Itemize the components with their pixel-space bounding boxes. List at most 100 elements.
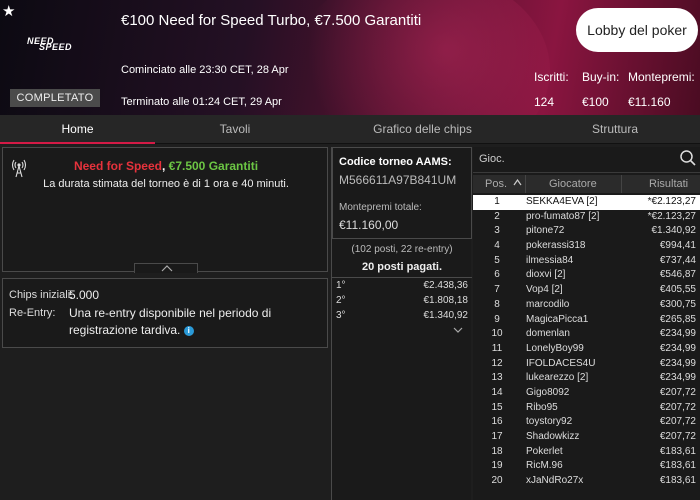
player-name: xJaNdRo27x (526, 475, 584, 487)
player-name: pokerassi318 (526, 240, 586, 252)
player-position: 10 (491, 328, 503, 340)
chips-value: 5.000 (69, 288, 100, 302)
table-row[interactable]: 10 domenlan €234,99 (473, 327, 700, 342)
player-name: RicM.96 (526, 460, 563, 472)
player-position: 16 (491, 416, 503, 428)
table-row[interactable]: 4 pokerassi318 €994,41 (473, 239, 700, 254)
info-icon[interactable]: i (183, 326, 194, 336)
player-result: €737,44 (659, 254, 696, 266)
player-result: €234,99 (659, 372, 696, 384)
montepremi-value: €11.160 (628, 95, 671, 109)
sort-ascending-icon[interactable] (513, 179, 522, 186)
col-pos-header[interactable]: Pos. (485, 178, 507, 190)
table-row[interactable]: 2 pro-fumato87 [2] *€2.123,27 (473, 210, 700, 225)
player-name: marcodilo (526, 298, 570, 310)
player-result: *€2.123,27 (647, 210, 696, 222)
player-position: 17 (491, 431, 503, 442)
player-name: Shadowkizz (526, 431, 580, 442)
players-table-body: 1 SEKKA4EVA [2] *€2.123,27 2 pro-fumato87 [2… (473, 195, 700, 489)
player-result: €234,99 (659, 357, 696, 369)
tab-tavoli[interactable]: Tavoli (155, 115, 315, 144)
code-value: M566611A97B841UM (339, 173, 457, 187)
player-position: 11 (491, 342, 503, 354)
tab-bar: Home Tavoli Grafico delle chips Struttur… (0, 115, 700, 144)
table-row[interactable]: 12 IFOLDACES4U €234,99 (473, 357, 700, 372)
table-row[interactable]: 16 toystory92 €207,72 (473, 415, 700, 430)
search-input[interactable]: Gioc. (479, 153, 505, 165)
table-row[interactable]: 20 xJaNdRo27x €183,61 (473, 474, 700, 489)
tournament-header: ★ NEED SPEED COMPLETATO €100 Need for Sp… (0, 0, 700, 115)
player-result: €405,55 (659, 284, 696, 296)
tournament-code-box: Codice torneo AAMS: M566611A97B841UM Mon… (332, 147, 472, 239)
info-description: La durata stimata del torneo è di 1 ora … (43, 178, 289, 190)
player-name: pro-fumato87 [2] (526, 210, 600, 222)
table-row[interactable]: 18 Pokerlet €183,61 (473, 445, 700, 460)
info-title: Need for Speed, €7.500 Garantiti (3, 159, 329, 173)
table-row[interactable]: 7 Vop4 [2] €405,55 (473, 283, 700, 298)
search-icon[interactable] (679, 149, 697, 167)
prize-place: 3° (336, 310, 346, 321)
table-row[interactable]: 13 lukearezzo [2] €234,99 (473, 371, 700, 386)
player-position: 12 (491, 357, 503, 369)
player-name: IFOLDACES4U (526, 357, 596, 369)
player-position: 9 (494, 313, 500, 325)
start-time: Cominciato alle 23:30 CET, 28 Apr (121, 64, 289, 76)
prizepool-label: Montepremi totale: (339, 202, 422, 213)
player-result: €207,72 (659, 431, 696, 442)
table-row[interactable]: 3 pitone72 €1.340,92 (473, 224, 700, 239)
iscritti-value: 124 (534, 95, 555, 109)
player-search[interactable]: Gioc. (473, 147, 700, 173)
reentry-value: Una re-entry disponibile nel periodo di … (69, 306, 272, 337)
prize-place: 2° (336, 295, 346, 306)
table-row[interactable]: 15 Ribo95 €207,72 (473, 401, 700, 416)
player-name: toystory92 (526, 416, 573, 428)
prize-amount: €2.438,36 (423, 280, 469, 291)
prize-row: 2° €1.808,18 (332, 293, 472, 308)
prizepool-value: €11.160,00 (339, 218, 399, 232)
player-name: SEKKA4EVA [2] (526, 196, 598, 207)
tournament-info-panel: Need for Speed, €7.500 Garantiti La dura… (2, 147, 329, 273)
code-label: Codice torneo AAMS: (339, 156, 452, 168)
player-name: Gigo8092 (526, 386, 570, 398)
table-row[interactable]: 6 dioxvi [2] €546,87 (473, 268, 700, 283)
table-row[interactable]: 19 RicM.96 €183,61 (473, 459, 700, 474)
tournament-lobby-window: ★ NEED SPEED COMPLETATO €100 Need for Sp… (0, 0, 700, 500)
player-position: 13 (491, 372, 503, 384)
player-position: 6 (494, 269, 500, 281)
player-name: domenlan (526, 328, 570, 340)
info-title-guarantee: €7.500 Garantiti (168, 159, 259, 173)
need-for-speed-logo: NEED SPEED (27, 36, 87, 52)
collapse-toggle[interactable] (134, 263, 198, 273)
table-row[interactable]: 1 SEKKA4EVA [2] *€2.123,27 (473, 195, 700, 210)
status-badge: COMPLETATO (10, 89, 100, 107)
tab-struttura[interactable]: Struttura (530, 115, 700, 144)
player-result: €265,85 (659, 313, 696, 325)
chevron-down-icon[interactable] (453, 327, 463, 334)
player-position: 8 (494, 298, 500, 310)
table-row[interactable]: 17 Shadowkizz €207,72 (473, 430, 700, 445)
prize-row: 3° €1.340,92 (332, 308, 472, 323)
table-row[interactable]: 11 LonelyBoy99 €234,99 (473, 342, 700, 357)
favorite-star-icon[interactable]: ★ (2, 2, 15, 20)
table-row[interactable]: 8 marcodilo €300,75 (473, 298, 700, 313)
table-row[interactable]: 9 MagicaPicca1 €265,85 (473, 313, 700, 328)
player-result: €234,99 (659, 328, 696, 340)
player-position: 3 (494, 225, 500, 237)
player-position: 2 (494, 210, 500, 222)
players-table-header: Pos. Giocatore Risultati (473, 175, 700, 193)
tab-home[interactable]: Home (0, 115, 155, 144)
tab-grafico-chips[interactable]: Grafico delle chips (315, 115, 530, 144)
montepremi-label: Montepremi: (628, 70, 695, 84)
prize-row: 1° €2.438,36 (332, 278, 472, 293)
player-result: €207,72 (659, 416, 696, 428)
player-result: €183,61 (659, 475, 696, 487)
player-name: MagicaPicca1 (526, 313, 589, 325)
table-row[interactable]: 14 Gigo8092 €207,72 (473, 386, 700, 401)
iscritti-label: Iscritti: (534, 70, 569, 84)
col-result-header[interactable]: Risultati (649, 178, 688, 190)
col-player-header[interactable]: Giocatore (549, 178, 597, 190)
reentry-value-wrap: Una re-entry disponibile nel periodo di … (69, 305, 321, 339)
lobby-button[interactable]: Lobby del poker (576, 8, 698, 52)
end-time: Terminato alle 01:24 CET, 29 Apr (121, 96, 282, 108)
table-row[interactable]: 5 ilmessia84 €737,44 (473, 254, 700, 269)
